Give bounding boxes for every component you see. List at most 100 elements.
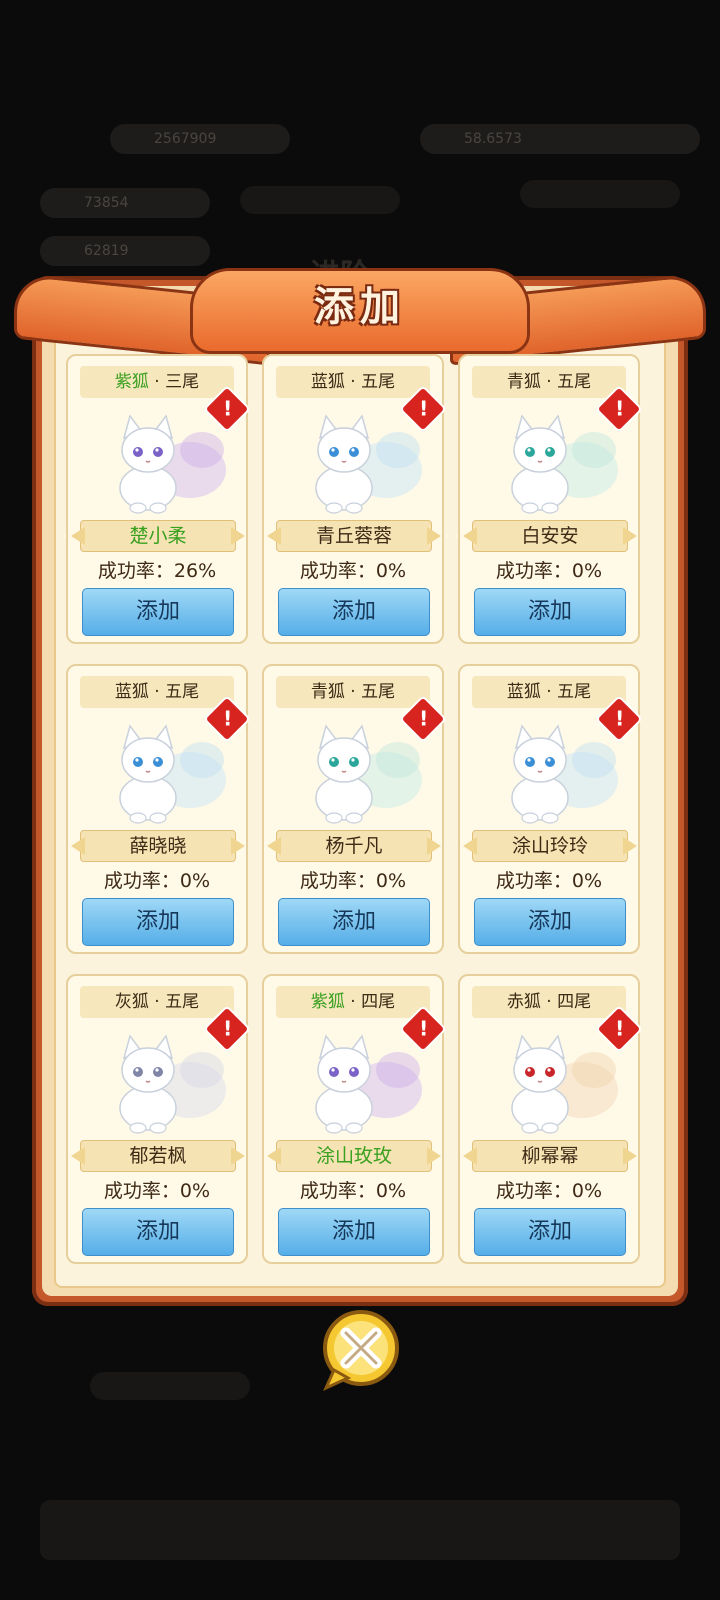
fox-type-label: 青狐 · 五尾 bbox=[276, 676, 430, 708]
fox-tails: · 五尾 bbox=[546, 372, 592, 392]
add-button[interactable]: 添加 bbox=[474, 588, 626, 636]
fox-tails: · 三尾 bbox=[154, 372, 200, 392]
fox-type: 蓝狐 bbox=[310, 372, 345, 392]
fox-name: 楚小柔 bbox=[80, 520, 236, 552]
success-rate-label: 成功率： bbox=[495, 560, 572, 582]
success-rate-label: 成功率： bbox=[495, 870, 572, 892]
success-rate-value: 0% bbox=[571, 560, 603, 582]
modal-title: 添加 bbox=[314, 283, 406, 330]
fox-type: 青狐 bbox=[506, 372, 541, 392]
fox-type: 赤狐 bbox=[506, 992, 541, 1012]
fox-tails: · 四尾 bbox=[350, 992, 396, 1012]
blue-fox-icon bbox=[511, 724, 618, 824]
add-button[interactable]: 添加 bbox=[278, 588, 430, 636]
success-rate-label: 成功率： bbox=[495, 1180, 572, 1202]
blue-fox-icon bbox=[315, 414, 422, 514]
success-rate-label: 成功率： bbox=[299, 560, 376, 582]
purple-fox-icon bbox=[119, 414, 226, 514]
success-rate: 成功率：0% bbox=[460, 866, 638, 893]
gray-fox-icon bbox=[119, 1034, 226, 1134]
success-rate-value: 0% bbox=[375, 1180, 407, 1202]
add-button[interactable]: 添加 bbox=[82, 1208, 234, 1256]
fox-tails: · 五尾 bbox=[154, 682, 200, 702]
success-rate: 成功率：0% bbox=[264, 556, 442, 583]
success-rate-value: 0% bbox=[375, 870, 407, 892]
bg-pill bbox=[240, 186, 400, 214]
close-icon bbox=[323, 1310, 399, 1391]
fox-type: 蓝狐 bbox=[114, 682, 149, 702]
close-button[interactable] bbox=[316, 1308, 406, 1398]
fox-name: 郁若枫 bbox=[80, 1140, 236, 1172]
fox-tails: · 五尾 bbox=[350, 682, 396, 702]
success-rate-label: 成功率： bbox=[97, 560, 174, 582]
fox-card: 灰狐 · 五尾 ! 郁若枫 成功率：0% 添加 bbox=[66, 974, 252, 1264]
fox-tails: · 五尾 bbox=[350, 372, 396, 392]
purple-fox-icon bbox=[315, 1034, 422, 1134]
fox-card: 蓝狐 · 五尾 ! 薛晓晓 成功率：0% 添加 bbox=[66, 664, 252, 954]
success-rate-label: 成功率： bbox=[299, 870, 376, 892]
fox-name: 白安安 bbox=[472, 520, 628, 552]
success-rate: 成功率：0% bbox=[460, 556, 638, 583]
success-rate: 成功率：0% bbox=[68, 1176, 246, 1203]
fox-type-label: 紫狐 · 四尾 bbox=[276, 986, 430, 1018]
fox-tails: · 五尾 bbox=[546, 682, 592, 702]
fox-name: 涂山玲玲 bbox=[472, 830, 628, 862]
teal-fox-icon bbox=[511, 414, 618, 514]
bg-stat-bar: 73854 bbox=[40, 188, 210, 218]
fox-type-label: 蓝狐 · 五尾 bbox=[80, 676, 234, 708]
fox-type: 紫狐 bbox=[114, 372, 149, 392]
fox-type: 青狐 bbox=[310, 682, 345, 702]
success-rate: 成功率：0% bbox=[264, 866, 442, 893]
bg-bottom-bar bbox=[40, 1500, 680, 1560]
fox-name: 薛晓晓 bbox=[80, 830, 236, 862]
fox-card: 青狐 · 五尾 ! 杨千凡 成功率：0% 添加 bbox=[262, 664, 448, 954]
teal-fox-icon bbox=[315, 724, 422, 824]
modal-header: 添加 bbox=[14, 260, 706, 366]
fox-card: 紫狐 · 四尾 ! 涂山玫玫 成功率：0% 添加 bbox=[262, 974, 448, 1264]
fox-type-label: 青狐 · 五尾 bbox=[472, 366, 626, 398]
fox-card: 赤狐 · 四尾 ! 柳幂幂 成功率：0% 添加 bbox=[458, 974, 644, 1264]
add-button[interactable]: 添加 bbox=[278, 1208, 430, 1256]
fox-type-label: 蓝狐 · 五尾 bbox=[472, 676, 626, 708]
bg-stat-bar: 58.6573 bbox=[420, 124, 700, 154]
success-rate: 成功率：26% bbox=[68, 556, 246, 583]
bg-pill bbox=[90, 1372, 250, 1400]
fox-card: 蓝狐 · 五尾 ! 涂山玲玲 成功率：0% 添加 bbox=[458, 664, 644, 954]
fox-type-label: 灰狐 · 五尾 bbox=[80, 986, 234, 1018]
fox-type-label: 蓝狐 · 五尾 bbox=[276, 366, 430, 398]
success-rate-value: 0% bbox=[375, 560, 407, 582]
fox-name: 涂山玫玫 bbox=[276, 1140, 432, 1172]
success-rate-label: 成功率： bbox=[299, 1180, 376, 1202]
success-rate-value: 0% bbox=[179, 1180, 211, 1202]
fox-card: 蓝狐 · 五尾 ! 青丘蓉蓉 成功率：0% 添加 bbox=[262, 354, 448, 644]
add-button[interactable]: 添加 bbox=[82, 898, 234, 946]
blue-fox-icon bbox=[119, 724, 226, 824]
add-button[interactable]: 添加 bbox=[474, 1208, 626, 1256]
fox-name: 杨千凡 bbox=[276, 830, 432, 862]
fox-tails: · 五尾 bbox=[154, 992, 200, 1012]
success-rate: 成功率：0% bbox=[264, 1176, 442, 1203]
fox-type: 紫狐 bbox=[310, 992, 345, 1012]
bg-pill bbox=[520, 180, 680, 208]
fox-type: 蓝狐 bbox=[506, 682, 541, 702]
success-rate-label: 成功率： bbox=[103, 870, 180, 892]
success-rate-value: 26% bbox=[173, 560, 217, 582]
add-button[interactable]: 添加 bbox=[82, 588, 234, 636]
fox-card: 青狐 · 五尾 ! 白安安 成功率：0% 添加 bbox=[458, 354, 644, 644]
fox-name: 青丘蓉蓉 bbox=[276, 520, 432, 552]
add-button[interactable]: 添加 bbox=[474, 898, 626, 946]
red-fox-icon bbox=[511, 1034, 618, 1134]
fox-type-label: 紫狐 · 三尾 bbox=[80, 366, 234, 398]
bg-stat-bar: 2567909 bbox=[110, 124, 290, 154]
fox-tails: · 四尾 bbox=[546, 992, 592, 1012]
fox-type: 灰狐 bbox=[114, 992, 149, 1012]
fox-name: 柳幂幂 bbox=[472, 1140, 628, 1172]
success-rate-label: 成功率： bbox=[103, 1180, 180, 1202]
success-rate: 成功率：0% bbox=[68, 866, 246, 893]
fox-type-label: 赤狐 · 四尾 bbox=[472, 986, 626, 1018]
fox-card: 紫狐 · 三尾 ! 楚小柔 成功率：26% 添加 bbox=[66, 354, 252, 644]
success-rate-value: 0% bbox=[571, 1180, 603, 1202]
success-rate: 成功率：0% bbox=[460, 1176, 638, 1203]
success-rate-value: 0% bbox=[571, 870, 603, 892]
add-button[interactable]: 添加 bbox=[278, 898, 430, 946]
